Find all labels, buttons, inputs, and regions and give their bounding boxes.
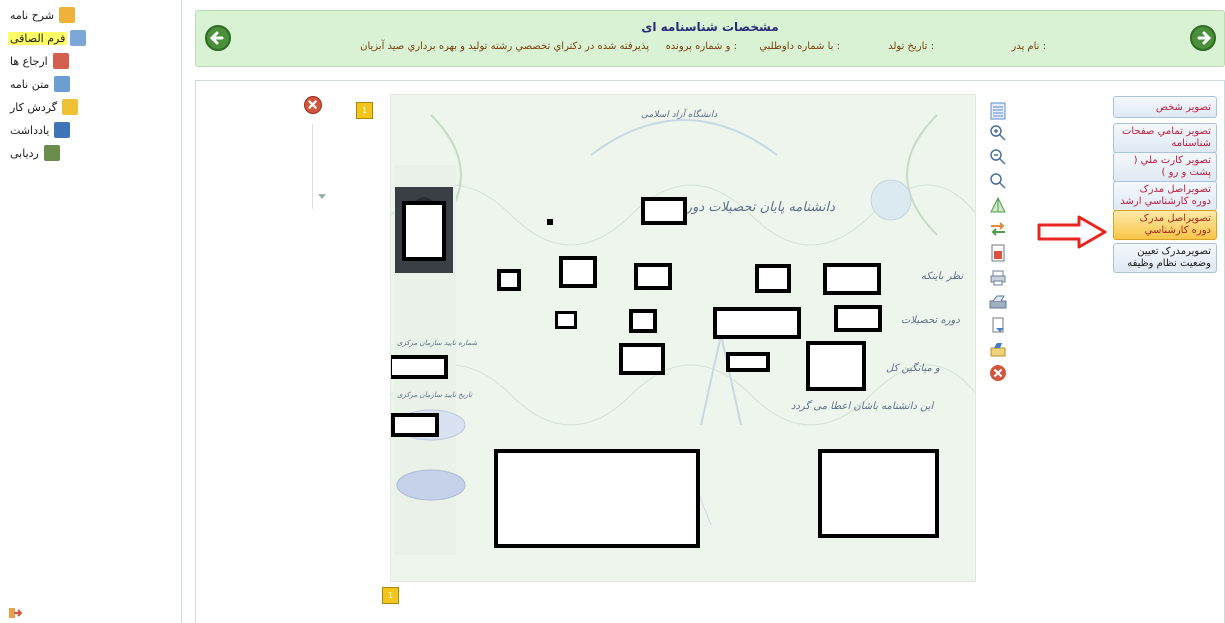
list-view-icon[interactable] — [988, 101, 1008, 121]
swap-icon[interactable] — [988, 219, 1008, 239]
annotation-arrow — [1037, 215, 1107, 249]
page-marker-bottom[interactable]: 1 — [382, 587, 399, 604]
app-root: شرح نامه فرم الصاقی ارجاع ها متن نامه گر… — [0, 0, 1225, 623]
scan-icon[interactable] — [988, 292, 1008, 312]
close-viewer-button[interactable] — [304, 96, 322, 114]
sidebar-item-description[interactable]: شرح نامه — [8, 6, 76, 24]
seal-label-1: شماره تایید سازمان مرکزی — [397, 339, 478, 347]
document-line-4: این دانشنامه باشان اعطا می گردد — [791, 401, 934, 412]
redaction-box — [726, 352, 770, 372]
chevron-down-icon[interactable] — [318, 194, 326, 199]
sidebar-item-label: یادداشت — [10, 123, 50, 137]
sidebar-item-label: گردش کار — [10, 100, 58, 114]
redaction-box — [806, 341, 866, 391]
form-icon — [70, 30, 87, 46]
zoom-out-icon[interactable] — [988, 147, 1008, 167]
referral-icon — [52, 53, 69, 69]
sidebar-item-referrals[interactable]: ارجاع ها — [8, 52, 69, 70]
save-icon[interactable] — [988, 316, 1008, 336]
sidebar-item-notes[interactable]: یادداشت — [8, 121, 71, 139]
notebook-icon — [54, 122, 71, 138]
thumbnail-scrollbar[interactable] — [312, 124, 330, 209]
redaction-box — [818, 449, 939, 538]
close-icon — [308, 100, 317, 109]
tracking-icon — [43, 145, 60, 161]
sidebar-item-workflow[interactable]: گردش کار — [8, 98, 79, 116]
redaction-box — [755, 264, 791, 293]
redaction-box — [834, 305, 882, 332]
redaction-dot — [547, 219, 553, 225]
tab-bachelors-degree[interactable]: تصويراصل مدرک دوره کارشناسي — [1113, 210, 1217, 240]
redaction-box — [391, 413, 439, 437]
redaction-box — [634, 263, 672, 290]
zoom-reset-icon[interactable] — [988, 171, 1008, 191]
tab-personal-photo[interactable]: تصوير شخص — [1113, 96, 1217, 118]
applicant-number-field: با شماره داوطلبي : — [759, 41, 840, 52]
sidebar-item-tracking[interactable]: ردیابی — [8, 144, 60, 162]
accepted-program-field: پذيرفته شده در دکتراي تخصصي رشته توليد و… — [360, 41, 649, 52]
redaction-box — [402, 201, 446, 261]
document-header-line: دانشگاه آزاد اسلامی — [641, 110, 718, 120]
redaction-box — [494, 449, 700, 548]
sidebar-item-label: فرم الصاقی — [8, 31, 68, 45]
birth-date-field: تاريخ تولد : — [888, 41, 934, 52]
page-marker-top[interactable]: 1 — [356, 102, 373, 119]
zoom-in-icon[interactable] — [988, 123, 1008, 143]
redaction-box — [823, 263, 881, 295]
redaction-box — [641, 197, 687, 225]
sidebar-item-letter-text[interactable]: متن نامه — [8, 75, 71, 93]
file-number-field: و شماره پرونده : — [665, 41, 737, 52]
print-icon[interactable] — [988, 268, 1008, 288]
document-line-3: و میانگین کل — [886, 363, 940, 374]
flip-icon[interactable] — [988, 195, 1008, 215]
arrow-right-icon — [1197, 31, 1212, 45]
redaction-box — [555, 311, 577, 329]
document-line-1: نظر باینکه — [921, 271, 964, 282]
export-icon[interactable] — [988, 340, 1008, 360]
redaction-box — [629, 309, 657, 333]
letter-text-icon — [54, 76, 71, 92]
redaction-box — [391, 355, 448, 379]
redaction-box — [619, 343, 665, 375]
redaction-box — [713, 307, 801, 339]
tab-masters-degree[interactable]: تصويراصل مدرک دوره کارشناسي ارشد — [1113, 181, 1217, 211]
next-record-button[interactable] — [1190, 25, 1216, 51]
father-name-field: نام پدر : — [1011, 41, 1046, 52]
close-icon[interactable] — [988, 363, 1008, 383]
sidebar-item-attached-form[interactable]: فرم الصاقی — [8, 29, 87, 47]
tab-birth-certificate-pages[interactable]: تصوير تمامي صفحات شناسنامه — [1113, 123, 1217, 153]
workflow-icon — [62, 99, 79, 115]
sidebar-item-label: شرح نامه — [10, 8, 55, 22]
sidebar-item-label: متن نامه — [10, 77, 50, 91]
image-file-icon[interactable] — [988, 243, 1008, 263]
document-image: دانشگاه آزاد اسلامی دانشنامه پایان تحصیل… — [390, 94, 976, 582]
sidebar-item-label: ردیابی — [10, 146, 39, 160]
exit-icon[interactable] — [8, 606, 22, 620]
sidebar: شرح نامه فرم الصاقی ارجاع ها متن نامه گر… — [0, 0, 182, 623]
redaction-box — [497, 269, 521, 291]
tab-military-service-status[interactable]: تصويرمدرک تعيين وضعيت نظام وظيفه — [1113, 243, 1217, 273]
document-title: دانشنامه پایان تحصیلات دوره — [679, 200, 835, 215]
sidebar-item-label: ارجاع ها — [10, 54, 48, 68]
page-title: مشخصات شناسنامه ای — [641, 20, 779, 34]
redaction-box — [559, 256, 597, 288]
document-line-2: دوره تحصیلات — [901, 315, 960, 326]
seal-label-2: تاریخ تایید سازمان مرکزی — [397, 391, 473, 399]
tab-national-card[interactable]: تصوير کارت ملي ( پشت و رو ) — [1113, 152, 1217, 182]
pencil-note-icon — [59, 7, 76, 23]
record-header: مشخصات شناسنامه ای نام پدر : تاريخ تولد … — [195, 10, 1225, 67]
